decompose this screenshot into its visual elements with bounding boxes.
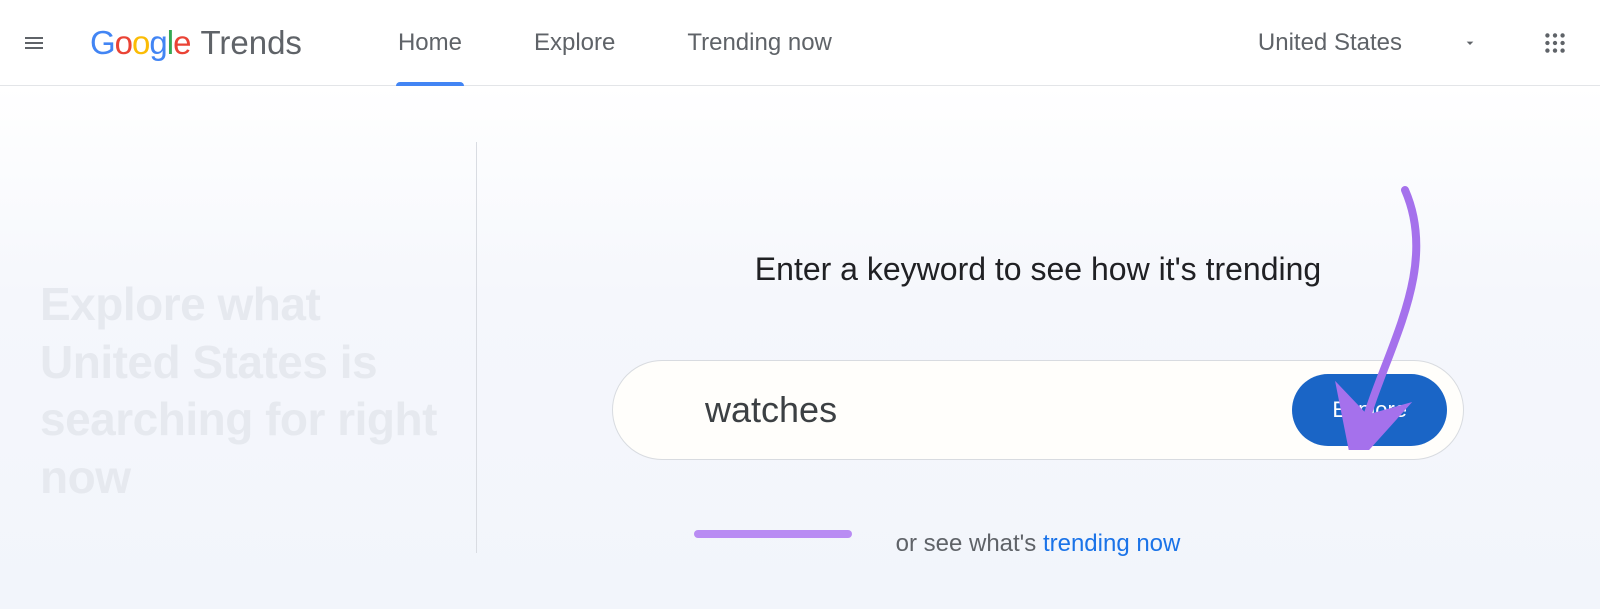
region-selected-label: United States xyxy=(1258,29,1402,57)
nav-trending-now[interactable]: Trending now xyxy=(681,0,838,87)
apps-grid-icon xyxy=(1542,30,1568,56)
keyword-input[interactable] xyxy=(705,389,1272,431)
product-name: Trends xyxy=(200,24,301,62)
alt-suggestion: or see what's trending now xyxy=(896,530,1181,558)
google-wordmark: Google xyxy=(90,24,190,62)
logo[interactable]: Google Trends xyxy=(90,24,302,62)
google-apps-button[interactable] xyxy=(1538,26,1572,60)
region-selector[interactable]: United States xyxy=(1258,29,1478,57)
chevron-down-icon xyxy=(1462,35,1478,51)
alt-prefix: or see what's xyxy=(896,530,1043,557)
app-header: Google Trends Home Explore Trending now … xyxy=(0,0,1600,86)
nav-home[interactable]: Home xyxy=(392,0,468,87)
search-container: Explore xyxy=(612,360,1464,460)
left-tagline: Explore what United States is searching … xyxy=(40,276,466,506)
left-pane: Explore what United States is searching … xyxy=(0,86,476,609)
right-pane: Enter a keyword to see how it's trending… xyxy=(476,86,1600,609)
menu-icon xyxy=(22,31,46,55)
annotation-underline xyxy=(694,530,852,538)
trending-now-link[interactable]: trending now xyxy=(1043,530,1180,557)
explore-button[interactable]: Explore xyxy=(1292,374,1447,446)
hamburger-menu-button[interactable] xyxy=(18,27,50,59)
search-prompt: Enter a keyword to see how it's trending xyxy=(755,251,1321,288)
top-nav: Home Explore Trending now xyxy=(392,0,838,87)
nav-explore[interactable]: Explore xyxy=(528,0,621,87)
content-area: Explore what United States is searching … xyxy=(0,86,1600,609)
